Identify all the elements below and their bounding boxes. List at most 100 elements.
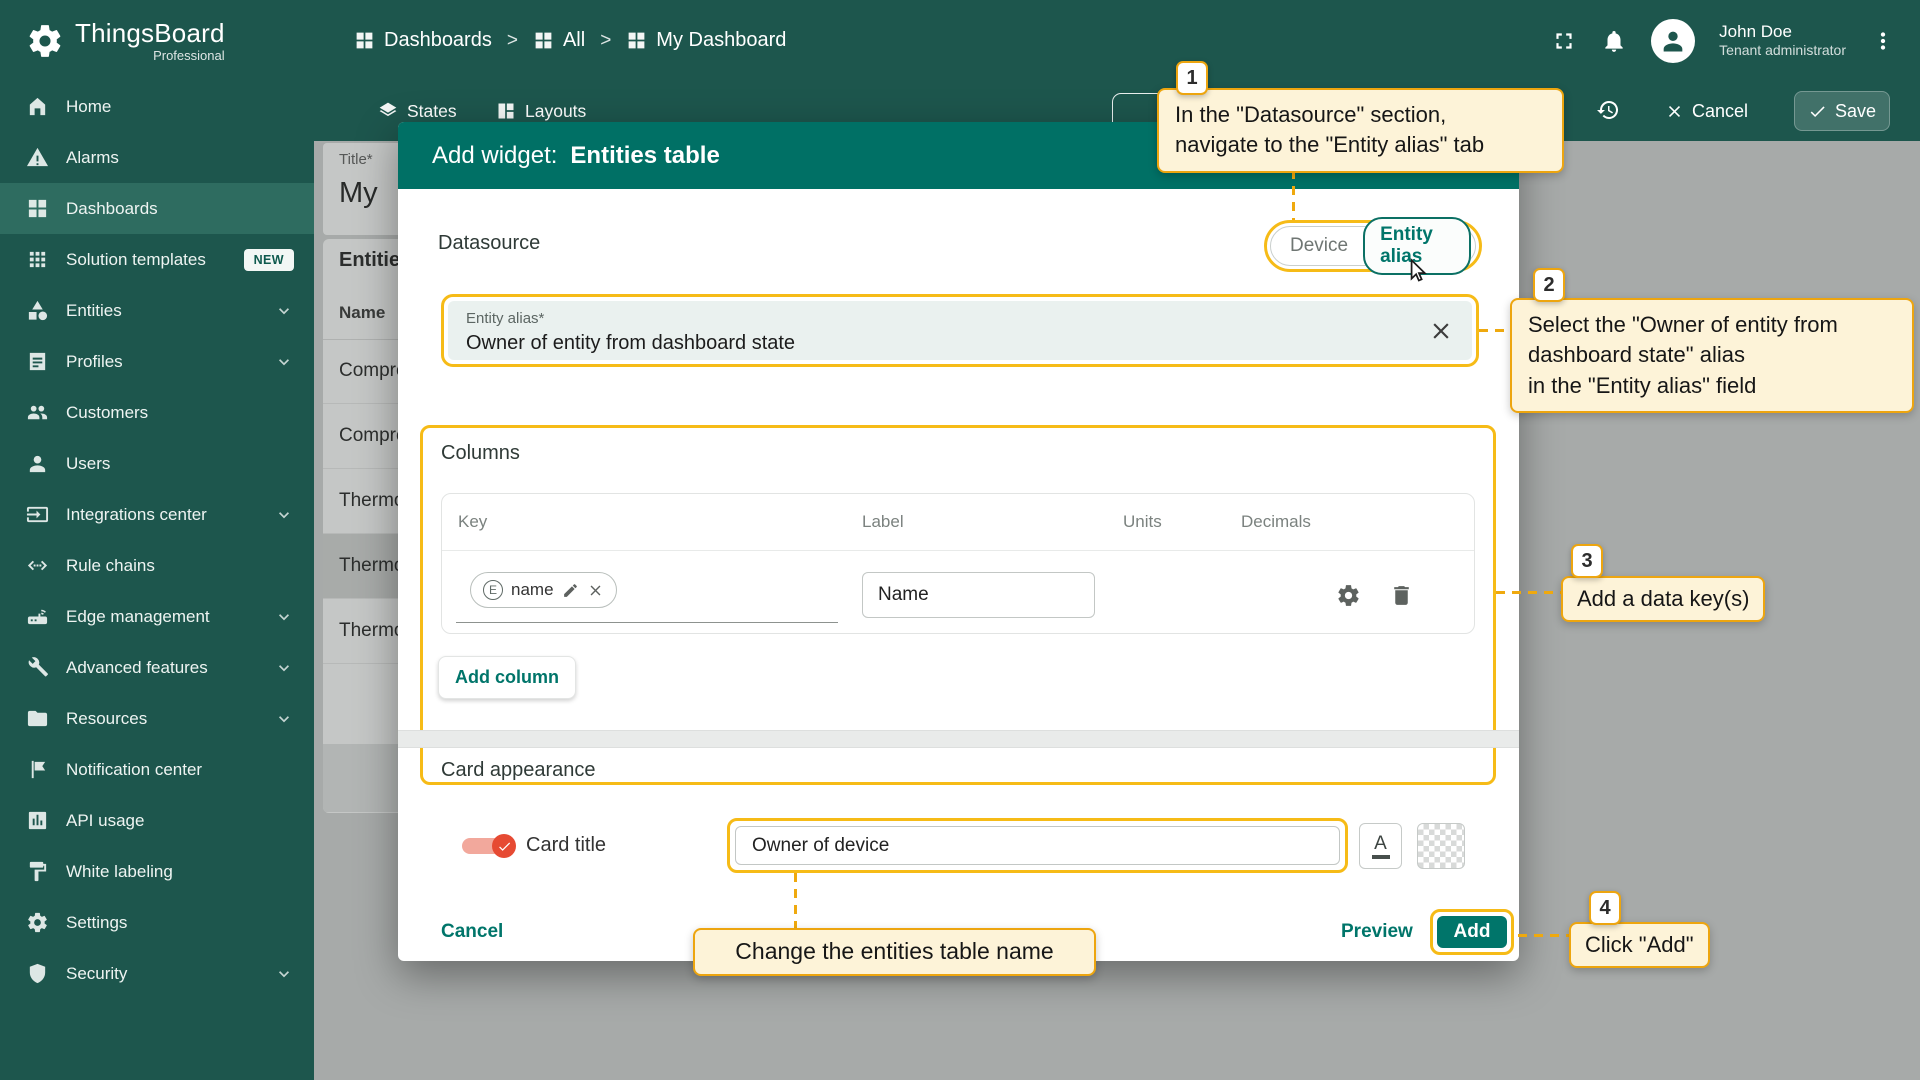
sidebar-item-home[interactable]: Home	[0, 81, 314, 132]
toolbar-cancel-button[interactable]: Cancel	[1665, 95, 1748, 127]
entity-alias-field-value: Owner of entity from dashboard state	[466, 332, 795, 355]
card-title-toggle[interactable]	[462, 834, 516, 858]
step-3-badge: 3	[1571, 544, 1603, 578]
entity-field-badge: E	[483, 580, 503, 600]
security-shield-icon	[26, 962, 49, 985]
breadcrumb-dashboards[interactable]: Dashboards	[354, 29, 492, 52]
resources-folder-icon	[26, 707, 49, 730]
breadcrumb-separator: >	[507, 30, 518, 52]
rename-connector	[794, 873, 797, 928]
avatar[interactable]	[1651, 19, 1695, 63]
sidebar-item-solution-templates[interactable]: Solution templates NEW	[0, 234, 314, 285]
notification-flag-icon	[26, 758, 49, 781]
api-usage-chart-icon	[26, 809, 49, 832]
breadcrumb-all[interactable]: All	[533, 29, 585, 52]
font-settings-button[interactable]: A	[1359, 823, 1402, 869]
top-bar: ThingsBoard Professional Dashboards > Al…	[0, 0, 1920, 81]
sidebar-item-edge-management[interactable]: Edge management	[0, 591, 314, 642]
key-settings-button[interactable]	[1336, 583, 1361, 608]
user-icon	[26, 452, 49, 475]
step-4-callout: Click "Add"	[1569, 922, 1710, 968]
dashboards-icon	[533, 30, 554, 51]
entities-icon	[26, 299, 49, 322]
sidebar-item-entities[interactable]: Entities	[0, 285, 314, 336]
breadcrumb: Dashboards > All > My Dashboard	[354, 29, 786, 52]
step-4-badge: 4	[1589, 891, 1621, 925]
check-icon	[1808, 102, 1827, 121]
screen: ThingsBoard Professional Dashboards > Al…	[0, 0, 1920, 1080]
step-2-callout: Select the "Owner of entity from dashboa…	[1510, 298, 1914, 413]
datasource-type-toggle: Device Entity alias	[1270, 226, 1476, 266]
sidebar-item-integrations-center[interactable]: Integrations center	[0, 489, 314, 540]
sidebar-item-users[interactable]: Users	[0, 438, 314, 489]
chevron-down-icon	[274, 709, 294, 729]
step-2-connector	[1479, 329, 1510, 332]
kebab-menu-icon[interactable]	[1870, 28, 1896, 54]
step-3-connector	[1496, 591, 1561, 594]
column-header-label: Label	[862, 512, 904, 532]
sidebar-item-settings[interactable]: Settings	[0, 897, 314, 948]
mouse-cursor-icon	[1404, 258, 1430, 284]
column-header-decimals: Decimals	[1241, 512, 1311, 532]
divider	[442, 550, 1474, 551]
sidebar-item-resources[interactable]: Resources	[0, 693, 314, 744]
card-title-input[interactable]: Owner of device	[735, 826, 1340, 865]
data-key-chip[interactable]: E name	[470, 572, 617, 608]
chevron-down-icon	[274, 658, 294, 678]
sidebar-item-customers[interactable]: Customers	[0, 387, 314, 438]
edit-pencil-icon[interactable]	[562, 582, 579, 599]
key-input-underline	[456, 622, 838, 623]
dialog-cancel-button[interactable]: Cancel	[441, 921, 503, 943]
sidebar-item-notification-center[interactable]: Notification center	[0, 744, 314, 795]
dialog-add-button[interactable]: Add	[1437, 916, 1507, 948]
profiles-icon	[26, 350, 49, 373]
datasource-section-label: Datasource	[438, 232, 540, 255]
sidebar-item-advanced-features[interactable]: Advanced features	[0, 642, 314, 693]
states-icon	[378, 101, 398, 121]
sidebar-item-profiles[interactable]: Profiles	[0, 336, 314, 387]
fullscreen-icon[interactable]	[1551, 28, 1577, 54]
avatar-person-icon	[1659, 27, 1687, 55]
sidebar-item-white-labeling[interactable]: White labeling	[0, 846, 314, 897]
layouts-icon	[496, 101, 516, 121]
entity-alias-field-highlight: Entity alias* Owner of entity from dashb…	[441, 294, 1479, 367]
entity-alias-field[interactable]: Entity alias* Owner of entity from dashb…	[448, 301, 1472, 360]
sidebar-item-rule-chains[interactable]: Rule chains	[0, 540, 314, 591]
toolbar-save-button[interactable]: Save	[1794, 91, 1890, 131]
remove-key-icon[interactable]	[587, 582, 604, 599]
step-2-badge: 2	[1533, 268, 1565, 302]
chevron-down-icon	[274, 301, 294, 321]
step-1-callout: In the "Datasource" section, navigate to…	[1157, 88, 1564, 173]
edge-router-icon	[26, 605, 49, 628]
tab-device[interactable]: Device	[1275, 235, 1363, 257]
sidebar-item-security[interactable]: Security	[0, 948, 314, 999]
sidebar-item-alarms[interactable]: Alarms	[0, 132, 314, 183]
brand-name: ThingsBoard	[75, 18, 225, 48]
sidebar-item-api-usage[interactable]: API usage	[0, 795, 314, 846]
sidebar-item-dashboards[interactable]: Dashboards	[0, 183, 314, 234]
thingsboard-logo[interactable]: ThingsBoard Professional	[0, 18, 314, 63]
breadcrumb-my-dashboard[interactable]: My Dashboard	[626, 29, 786, 52]
dialog-title: Entities table	[570, 142, 719, 170]
user-info[interactable]: John Doe Tenant administrator	[1719, 21, 1846, 60]
history-icon[interactable]	[1596, 98, 1620, 122]
card-appearance-label: Card appearance	[441, 759, 596, 782]
add-column-button[interactable]: Add column	[438, 656, 576, 699]
card-title-input-highlight: Owner of device	[727, 818, 1348, 873]
gear-icon	[1336, 583, 1361, 608]
dialog-preview-button[interactable]: Preview	[1341, 921, 1413, 943]
notifications-bell-icon[interactable]	[1601, 28, 1627, 54]
color-picker-button[interactable]	[1417, 823, 1465, 869]
chevron-down-icon	[274, 352, 294, 372]
section-separator	[398, 730, 1519, 748]
warning-icon	[26, 146, 49, 169]
delete-key-button[interactable]	[1389, 583, 1414, 608]
data-key-name: name	[511, 580, 554, 600]
font-letter-icon: A	[1374, 834, 1387, 853]
clear-alias-button[interactable]	[1428, 318, 1454, 344]
integrations-icon	[26, 503, 49, 526]
add-widget-dialog: Add widget: Entities table Datasource De…	[398, 122, 1519, 961]
key-label-input[interactable]: Name	[862, 572, 1095, 618]
step-1-connector	[1292, 170, 1295, 220]
card-title-label: Card title	[526, 834, 606, 857]
